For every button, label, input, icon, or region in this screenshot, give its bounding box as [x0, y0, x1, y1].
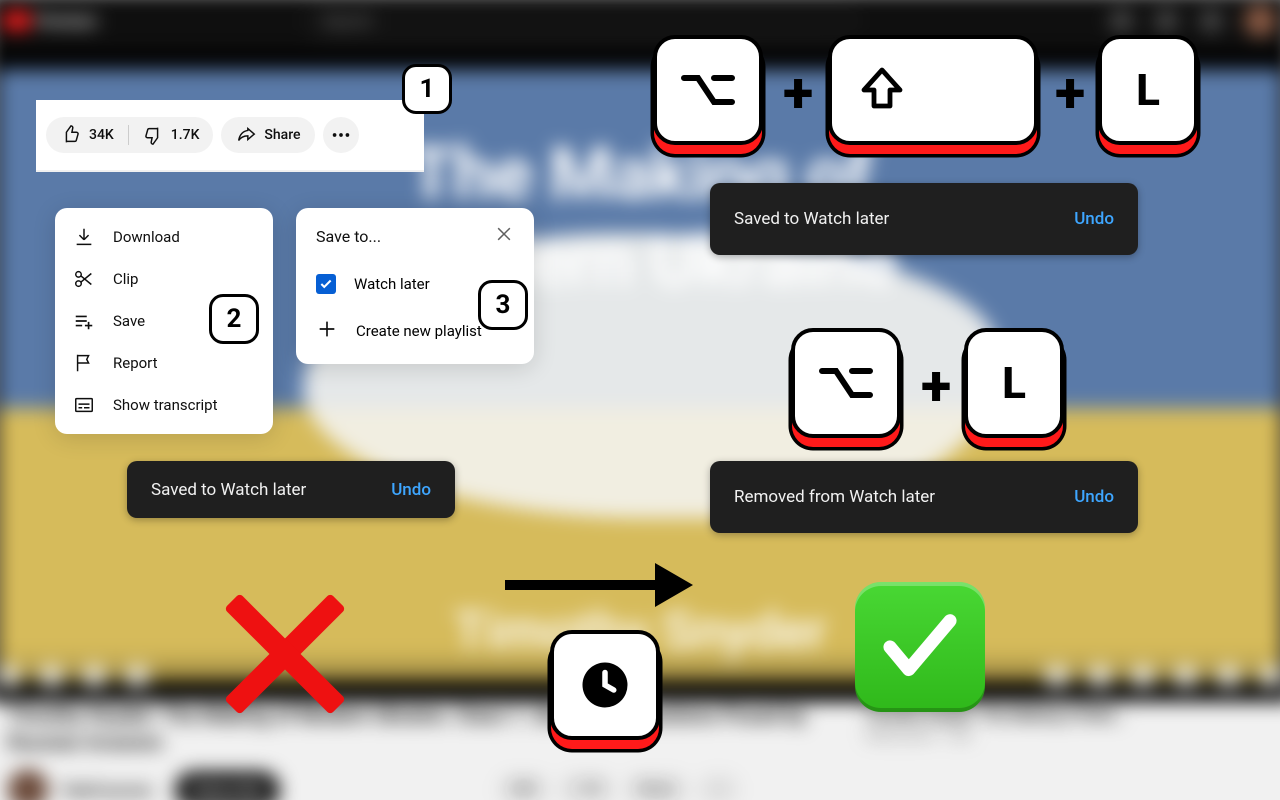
key-shift: [828, 35, 1038, 145]
like-button[interactable]: 34K: [46, 117, 128, 153]
share-icon: [235, 124, 257, 146]
toast-undo-button[interactable]: Undo: [1074, 487, 1114, 507]
close-icon: [494, 224, 514, 244]
toast-message: Removed from Watch later: [734, 487, 935, 507]
key-watch-later: [550, 630, 660, 740]
like-count: 34K: [89, 127, 114, 143]
dislike-count: 1.7K: [171, 127, 200, 143]
thumb-up-icon: [60, 124, 82, 146]
menu-label: Save: [113, 312, 145, 330]
video-action-bar: 34K 1.7K Share: [36, 100, 424, 172]
key-l: L: [1098, 35, 1198, 145]
arrow-right-icon: [495, 555, 695, 615]
toast-message: Saved to Watch later: [734, 209, 889, 229]
check-mark-icon: [855, 582, 985, 712]
option-key-icon: [818, 363, 874, 403]
toast-saved-left: Saved to Watch later Undo: [127, 461, 455, 518]
step-badge-1: 1: [402, 64, 452, 114]
option-key-icon: [680, 70, 736, 110]
key-label: L: [1002, 357, 1026, 409]
clock-icon: [575, 655, 635, 715]
menu-label: Report: [113, 354, 158, 372]
key-option: [653, 35, 763, 145]
download-icon: [73, 226, 95, 248]
toast-removed: Removed from Watch later Undo: [710, 461, 1138, 533]
save-to-title: Save to...: [316, 227, 381, 246]
plus-sign: +: [921, 353, 951, 419]
more-actions-button[interactable]: [323, 117, 359, 153]
plus-sign: +: [1055, 60, 1085, 126]
menu-item-transcript[interactable]: Show transcript: [55, 384, 273, 426]
plus-sign: +: [783, 60, 813, 126]
menu-item-download[interactable]: Download: [55, 216, 273, 258]
key-l: L: [964, 328, 1064, 438]
scissors-icon: [73, 268, 95, 290]
step-badge-3: 3: [478, 280, 528, 330]
share-button[interactable]: Share: [221, 117, 314, 153]
menu-label: Download: [113, 228, 180, 246]
checkbox-checked-icon: [316, 274, 336, 294]
transcript-icon: [73, 394, 95, 416]
ellipsis-icon: [330, 124, 352, 146]
menu-item-report[interactable]: Report: [55, 342, 273, 384]
key-label: L: [1136, 64, 1160, 116]
step-badge-2: 2: [209, 294, 259, 344]
close-button[interactable]: [494, 224, 514, 248]
menu-label: Clip: [113, 270, 138, 288]
menu-label: Show transcript: [113, 396, 218, 414]
playlist-add-icon: [73, 310, 95, 332]
toast-saved-right: Saved to Watch later Undo: [710, 183, 1138, 255]
shift-key-icon: [858, 66, 906, 114]
key-option: [791, 328, 901, 438]
thumb-down-icon: [142, 124, 164, 146]
playlist-label: Watch later: [354, 275, 430, 293]
cross-mark-icon: [212, 584, 352, 724]
toast-undo-button[interactable]: Undo: [391, 480, 431, 500]
toast-message: Saved to Watch later: [151, 480, 306, 500]
create-playlist-label: Create new playlist: [356, 322, 482, 340]
share-label: Share: [264, 127, 300, 143]
flag-icon: [73, 352, 95, 374]
dislike-button[interactable]: 1.7K: [128, 117, 214, 153]
plus-icon: [316, 318, 338, 344]
toast-undo-button[interactable]: Undo: [1074, 209, 1114, 229]
